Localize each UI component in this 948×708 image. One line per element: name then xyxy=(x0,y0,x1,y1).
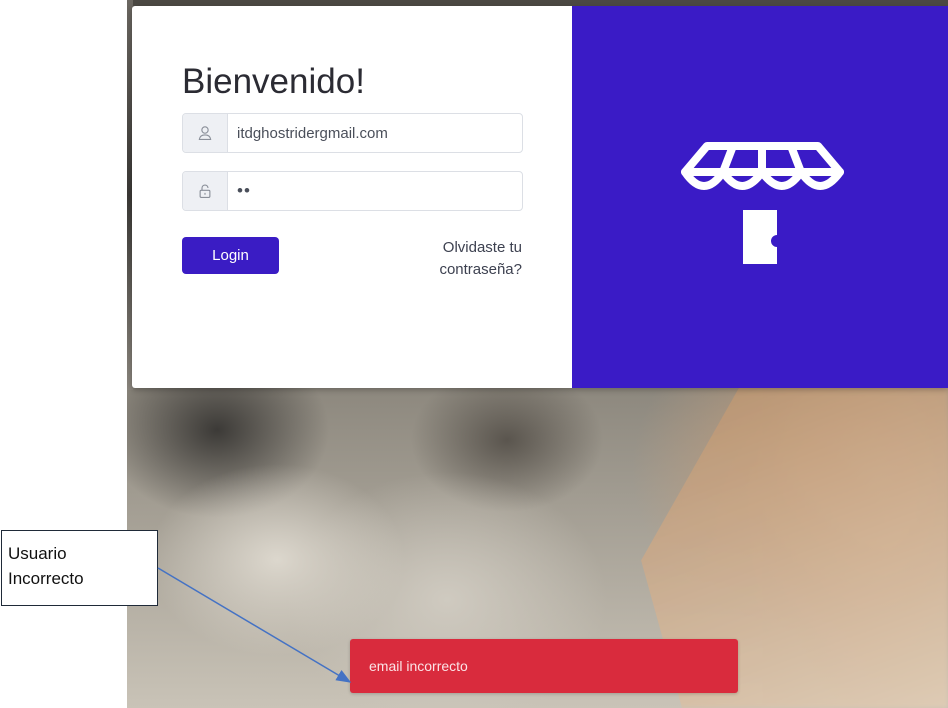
login-button[interactable]: Login xyxy=(182,237,279,274)
storefront-logo xyxy=(681,142,844,264)
login-card: Bienvenido! Login Olvidaste xyxy=(132,6,948,388)
forgot-password-line2: contraseña? xyxy=(439,261,522,278)
password-input-group xyxy=(182,171,523,211)
toast-message: email incorrecto xyxy=(369,658,468,674)
password-field[interactable] xyxy=(228,172,522,210)
annotation-line2: Incorrecto xyxy=(8,569,84,588)
lock-icon xyxy=(183,172,228,210)
brand-panel xyxy=(572,6,948,388)
forgot-password-link[interactable]: Olvidaste tu contraseña? xyxy=(412,237,522,281)
page-title: Bienvenido! xyxy=(182,62,365,101)
error-toast[interactable]: email incorrecto xyxy=(350,639,738,693)
annotation-line1: Usuario xyxy=(8,544,67,563)
user-icon xyxy=(183,114,228,152)
forgot-password-line1: Olvidaste tu xyxy=(442,239,522,256)
screenshot-stage: Bienvenido! Login Olvidaste xyxy=(0,0,948,708)
email-field[interactable] xyxy=(228,114,522,152)
annotation-callout: Usuario Incorrecto xyxy=(1,530,158,606)
email-input-group xyxy=(182,113,523,153)
